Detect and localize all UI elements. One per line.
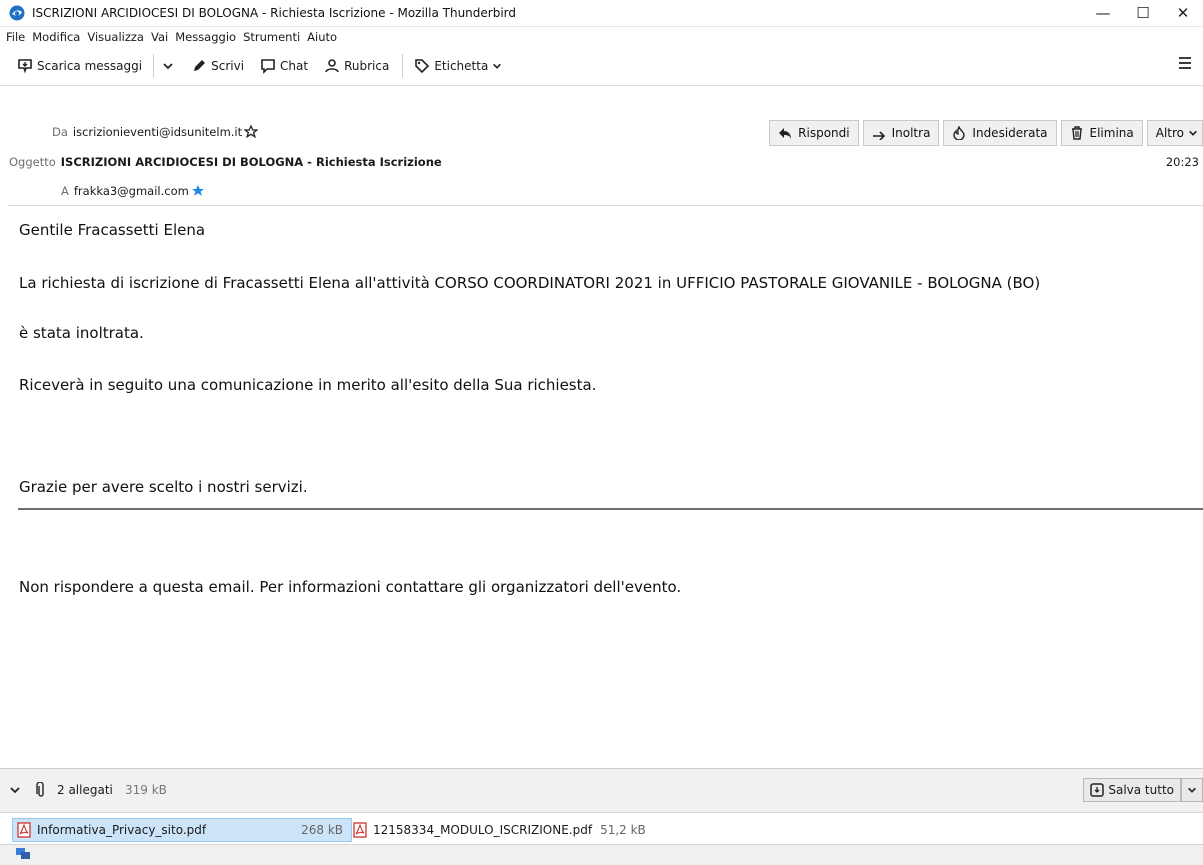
forward-arrow-icon: [872, 131, 885, 140]
close-button[interactable]: ✕: [1163, 0, 1203, 26]
forward-label: Inoltra: [891, 126, 931, 140]
write-label: Scrivi: [211, 59, 245, 73]
message-time: 20:23: [1165, 155, 1199, 169]
chat-button[interactable]: Chat: [255, 53, 313, 79]
star-outline-icon[interactable]: [244, 125, 259, 139]
save-all-label: Salva tutto: [1108, 783, 1174, 797]
minimize-button[interactable]: —: [1083, 0, 1123, 26]
message-line-3: Riceverà in seguito una comunicazione in…: [19, 376, 597, 394]
to-address[interactable]: frakka3@gmail.com: [74, 184, 189, 198]
contacts-icon: [325, 59, 339, 73]
chevron-down-icon: [1188, 787, 1196, 793]
tag-label: Etichetta: [434, 59, 489, 73]
toolbar-separator: [153, 54, 155, 78]
forward-button[interactable]: Inoltra: [862, 120, 940, 146]
reply-label: Rispondi: [798, 126, 850, 140]
window-title: ISCRIZIONI ARCIDIOCESI DI BOLOGNA - Rich…: [32, 6, 517, 20]
menu-modifica[interactable]: Modifica: [32, 30, 80, 44]
from-label: Da: [52, 125, 68, 139]
reply-icon: [779, 128, 792, 139]
address-book-label: Rubrica: [344, 59, 390, 73]
window-titlebar: ISCRIZIONI ARCIDIOCESI DI BOLOGNA - Rich…: [0, 0, 1203, 27]
to-row: A frakka3@gmail.com: [61, 184, 205, 198]
horizontal-rule: [18, 508, 1203, 510]
maximize-button[interactable]: ☐: [1123, 0, 1163, 26]
save-all-dropdown[interactable]: [1181, 778, 1203, 802]
attachment-bar: 2 allegati 319 kB Salva tutto: [0, 768, 1203, 813]
delete-button[interactable]: Elimina: [1060, 120, 1143, 146]
download-icon: [18, 59, 32, 74]
thunderbird-logo-icon: [9, 5, 25, 21]
attachment-size: 268 kB: [301, 823, 343, 837]
main-toolbar: Scarica messaggi Scrivi Chat Rubrica Eti…: [0, 47, 1203, 86]
pdf-file-icon: [353, 822, 367, 838]
menu-strumenti[interactable]: Strumenti: [243, 30, 300, 44]
address-book-button[interactable]: Rubrica: [319, 53, 394, 79]
junk-button[interactable]: Indesiderata: [943, 120, 1057, 146]
toolbar-separator: [402, 54, 404, 78]
message-line-1: La richiesta di iscrizione di Fracassett…: [19, 274, 1041, 292]
message-body: Gentile Fracassetti Elena La richiesta d…: [8, 205, 1203, 766]
date-time: 20:23: [1166, 155, 1199, 169]
chevron-down-icon: [163, 63, 173, 70]
reply-button[interactable]: Rispondi: [769, 120, 859, 146]
write-button[interactable]: Scrivi: [186, 53, 249, 79]
message-line-5: Non rispondere a questa email. Per infor…: [19, 578, 682, 596]
star-filled-icon[interactable]: [191, 184, 205, 198]
other-label: Altro: [1155, 126, 1184, 140]
subject-value: ISCRIZIONI ARCIDIOCESI DI BOLOGNA - Rich…: [60, 155, 442, 169]
menu-file[interactable]: File: [6, 30, 25, 44]
get-messages-button[interactable]: Scarica messaggi: [12, 53, 147, 79]
pdf-file-icon: [17, 822, 31, 838]
tag-button[interactable]: Etichetta: [409, 53, 511, 79]
fire-icon: [953, 126, 966, 140]
attachments-total-size: 319 kB: [125, 783, 167, 797]
get-messages-label: Scarica messaggi: [37, 59, 143, 73]
delete-label: Elimina: [1089, 126, 1134, 140]
to-label: A: [61, 184, 69, 198]
junk-label: Indesiderata: [972, 126, 1048, 140]
menu-vai[interactable]: Vai: [151, 30, 168, 44]
message-line-2: è stata inoltrata.: [19, 324, 144, 342]
chat-label: Chat: [280, 59, 309, 73]
status-bar: [0, 844, 1203, 865]
from-row: Da iscrizionieventi@idsunitelm.it: [52, 125, 259, 139]
message-greeting: Gentile Fracassetti Elena: [19, 221, 206, 239]
from-address[interactable]: iscrizionieventi@idsunitelm.it: [73, 125, 242, 139]
attachment-item[interactable]: 12158334_MODULO_ISCRIZIONE.pdf 51,2 kB: [349, 819, 650, 841]
chevron-down-icon[interactable]: [9, 784, 21, 796]
attachment-name: Informativa_Privacy_sito.pdf: [37, 823, 207, 837]
save-all-button[interactable]: Salva tutto: [1083, 778, 1181, 802]
attachment-item[interactable]: Informativa_Privacy_sito.pdf 268 kB: [12, 818, 352, 842]
chevron-down-icon: [1189, 130, 1197, 136]
other-actions-button[interactable]: Altro: [1146, 120, 1203, 146]
get-messages-dropdown[interactable]: [160, 53, 180, 79]
chat-icon: [261, 59, 275, 74]
subject-label: Oggetto: [9, 155, 56, 169]
menu-messaggio[interactable]: Messaggio: [175, 30, 236, 44]
chevron-down-icon: [493, 63, 502, 69]
message-actions: Rispondi Inoltra Indesiderata Elimina Al…: [769, 120, 1203, 146]
attachment-list: Informativa_Privacy_sito.pdf 268 kB 1215…: [0, 812, 1203, 845]
trash-icon: [1071, 126, 1082, 140]
hamburger-menu-icon[interactable]: [1177, 55, 1193, 71]
online-status-icon[interactable]: [15, 847, 31, 861]
menu-aiuto[interactable]: Aiuto: [307, 30, 337, 44]
attachment-size: 51,2 kB: [600, 823, 646, 837]
paperclip-icon: [36, 782, 44, 797]
attachment-name: 12158334_MODULO_ISCRIZIONE.pdf: [373, 823, 593, 837]
menu-bar: File Modifica Visualizza Vai Messaggio S…: [0, 27, 1203, 47]
tag-icon: [415, 59, 430, 74]
attachments-count[interactable]: 2 allegati: [57, 783, 113, 797]
pencil-icon: [194, 60, 206, 71]
save-icon: [1090, 783, 1105, 797]
subject-row: Oggetto ISCRIZIONI ARCIDIOCESI DI BOLOGN…: [9, 155, 442, 169]
message-line-4: Grazie per avere scelto i nostri servizi…: [19, 478, 308, 496]
menu-visualizza[interactable]: Visualizza: [87, 30, 144, 44]
